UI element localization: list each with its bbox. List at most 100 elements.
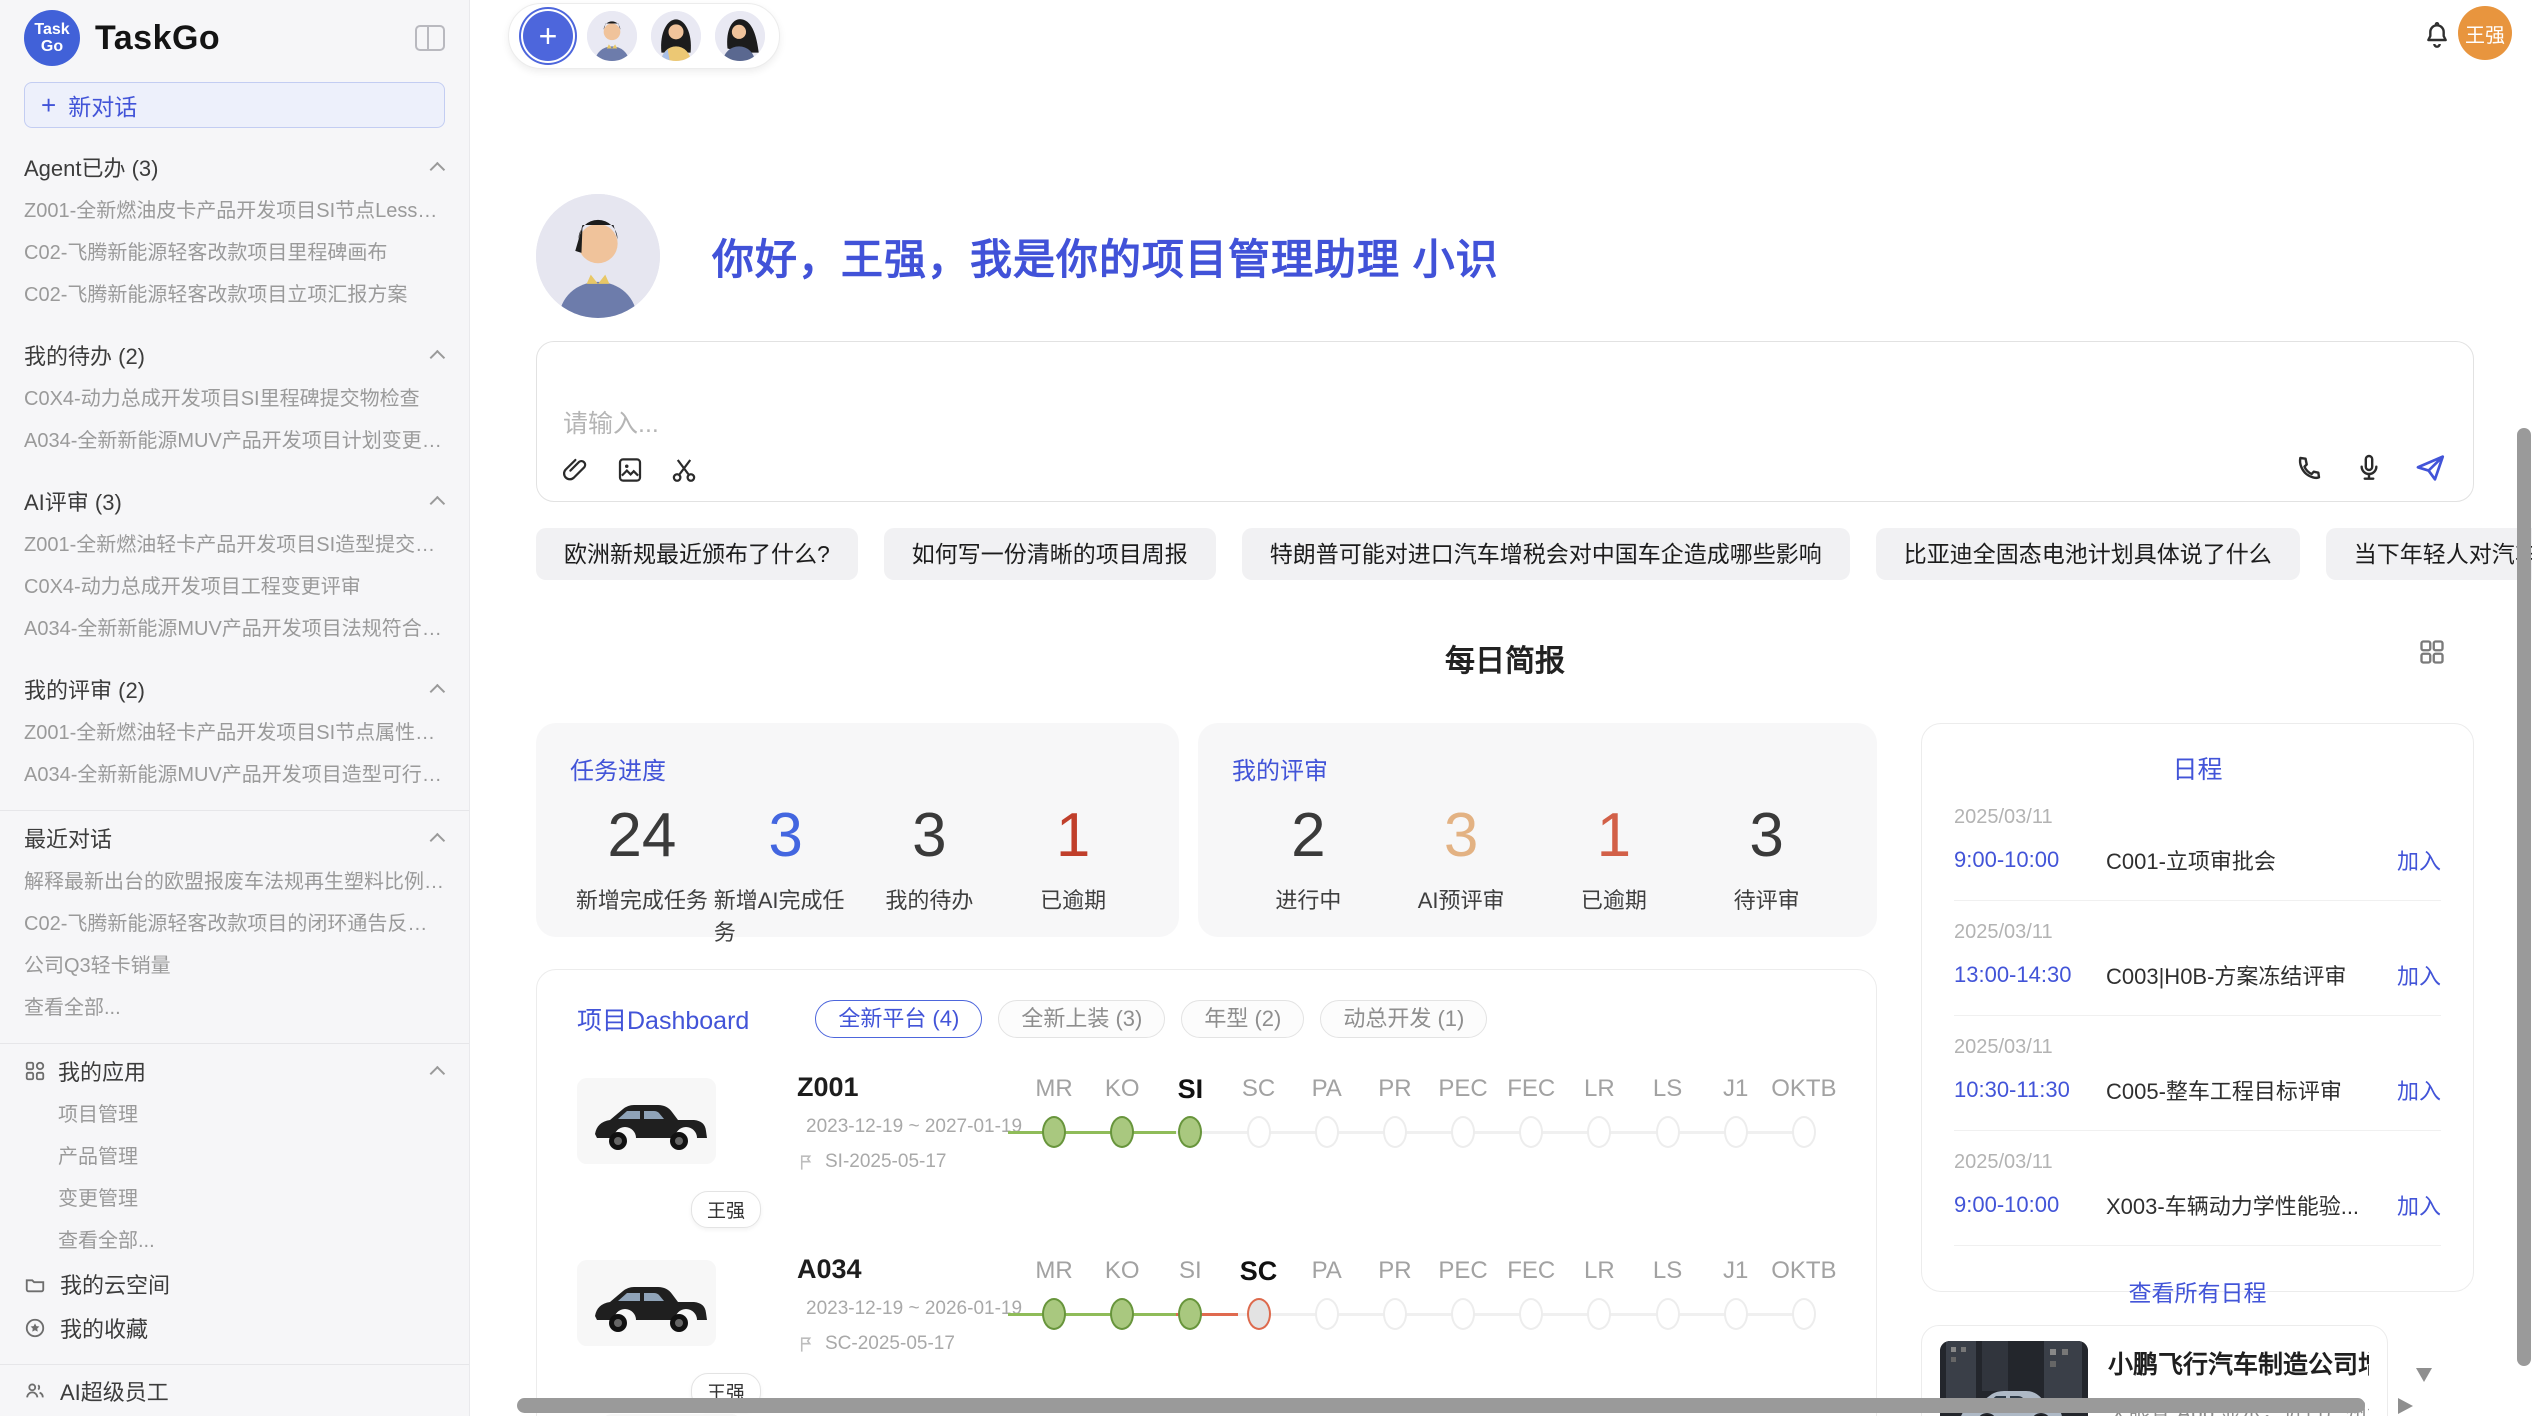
join-link[interactable]: 加入 — [2397, 844, 2441, 876]
sidebar-item-cloud-space[interactable]: 我的云空间 — [24, 1262, 445, 1306]
section-agent-done[interactable]: Agent已办 (3) — [24, 144, 445, 190]
view-all-schedule-link[interactable]: 查看所有日程 — [1954, 1274, 2441, 1308]
milestone: J1 — [1704, 1254, 1768, 1330]
list-item[interactable]: C02-飞腾新能源轻客改款项目的闭环通告反馈情况 — [24, 903, 445, 945]
project-owner-badge: 王强 — [691, 1191, 761, 1228]
section-my-review[interactable]: 我的评审 (2) — [24, 666, 445, 712]
tab-powertrain[interactable]: 动总开发 (1) — [1320, 1000, 1487, 1038]
layout-grid-icon[interactable] — [2418, 638, 2446, 666]
phone-call-icon[interactable] — [2293, 452, 2325, 484]
avatar[interactable] — [587, 11, 637, 61]
vertical-scrollbar[interactable] — [2517, 428, 2531, 1366]
stat-new-done: 24 新增完成任务 — [570, 800, 714, 947]
milestone-dot — [1315, 1298, 1339, 1330]
project-row[interactable]: 王强 A034 2023-12-19 ~ 2026-01-19 — [577, 1254, 1836, 1402]
list-item[interactable]: C0X4-动力总成开发项目SI里程碑提交物检查 — [24, 378, 445, 420]
chat-input[interactable] — [537, 342, 2473, 501]
send-icon[interactable] — [2413, 451, 2447, 485]
milestone-dot — [1042, 1298, 1066, 1330]
milestone-dot — [1247, 1298, 1271, 1330]
project-thumbnail: 王强 — [577, 1260, 717, 1402]
view-all-apps[interactable]: 查看全部... — [24, 1220, 445, 1262]
dashboard-header: 项目Dashboard 全新平台 (4) 全新上装 (3) 年型 (2) 动总开… — [577, 1000, 1836, 1038]
paperclip-icon[interactable] — [561, 455, 591, 485]
milestone-dot — [1656, 1298, 1680, 1330]
milestone: LS — [1636, 1072, 1700, 1148]
apps-grid-icon — [24, 1060, 46, 1082]
section-ai-review[interactable]: AI评审 (3) — [24, 478, 445, 524]
milestone-dot — [1110, 1298, 1134, 1330]
tab-year-model[interactable]: 年型 (2) — [1181, 1000, 1304, 1038]
avatar[interactable] — [715, 11, 765, 61]
car-image — [577, 1078, 716, 1164]
list-item[interactable]: A034-全新新能源MUV产品开发项目造型可行性评审 — [24, 754, 445, 796]
image-icon[interactable] — [615, 455, 645, 485]
project-info: Z001 2023-12-19 ~ 2027-01-19 SI-2025-05-… — [797, 1072, 992, 1220]
list-item[interactable]: C0X4-动力总成开发项目工程变更评审 — [24, 566, 445, 608]
event-time: 9:00-10:00 — [1954, 1192, 2106, 1218]
list-item[interactable]: 解释最新出台的欧盟报废车法规再生塑料比例被调至15%... — [24, 861, 445, 903]
stat-cards-row: 任务进度 24 新增完成任务 3 新增AI完成任务 3 我的待办 — [536, 723, 1877, 937]
briefing-header: 每日简报 — [536, 636, 2474, 680]
sidebar-item-ai-employee[interactable]: AI超级员工 — [24, 1369, 445, 1413]
sidebar-item-project-mgmt[interactable]: 项目管理 — [24, 1094, 445, 1136]
project-row[interactable]: 王强 Z001 2023-12-19 ~ 2027-01-19 — [577, 1072, 1836, 1220]
join-link[interactable]: 加入 — [2397, 1189, 2441, 1221]
avatar[interactable] — [651, 11, 701, 61]
briefing-title: 每日简报 — [536, 636, 2474, 680]
list-item[interactable]: Z001-全新燃油轻卡产品开发项目SI节点属性5D文件评审 — [24, 712, 445, 754]
list-item[interactable]: 公司Q3轻卡销量 — [24, 945, 445, 987]
notification-bell-icon[interactable] — [2421, 20, 2453, 52]
divider — [1954, 1245, 2441, 1246]
scroll-down-arrow[interactable] — [2416, 1368, 2432, 1382]
suggestion-chip[interactable]: 欧洲新规最近颁布了什么? — [536, 528, 858, 580]
scissors-icon[interactable] — [669, 455, 699, 485]
sidebar-item-change-mgmt[interactable]: 变更管理 — [24, 1178, 445, 1220]
suggestion-chip[interactable]: 特朗普可能对进口汽车增税会对中国车企造成哪些影响 — [1242, 528, 1850, 580]
stat-value: 1 — [1056, 800, 1090, 871]
event-date: 2025/03/11 — [1954, 921, 2441, 944]
section-recent-chats[interactable]: 最近对话 — [24, 815, 445, 861]
suggestion-chip[interactable]: 当下年轻人对汽车外观有怎样的喜好趋势 — [2326, 528, 2532, 580]
sidebar-item-label: AI超级员工 — [60, 1375, 169, 1407]
list-item[interactable]: A034-全新新能源MUV产品开发项目计划变更表编写 — [24, 420, 445, 462]
section-my-apps[interactable]: 我的应用 — [24, 1048, 445, 1094]
list-item[interactable]: A034-全新新能源MUV产品开发项目法规符合性评审 — [24, 608, 445, 650]
sidebar-collapse-icon[interactable] — [415, 25, 445, 51]
card-title: 任务进度 — [570, 751, 1145, 786]
milestone-dot — [1315, 1116, 1339, 1148]
add-collaborator-button[interactable]: + — [523, 11, 573, 61]
view-all-chats[interactable]: 查看全部... — [24, 987, 445, 1029]
list-item[interactable]: C02-飞腾新能源轻客改款项目立项汇报方案 — [24, 274, 445, 316]
list-item[interactable]: Z001-全新燃油皮卡产品开发项目SI节点Lesson Learn报告 — [24, 190, 445, 232]
people-icon — [24, 1380, 46, 1402]
tab-new-platform[interactable]: 全新平台 (4) — [815, 1000, 982, 1038]
event-date: 2025/03/11 — [1954, 806, 2441, 829]
stat-overdue: 1 已逾期 — [1001, 800, 1145, 947]
milestone-dot — [1519, 1298, 1543, 1330]
stat-label: 我的待办 — [885, 883, 973, 915]
join-link[interactable]: 加入 — [2397, 959, 2441, 991]
stat-label: AI预评审 — [1418, 883, 1505, 915]
microphone-icon[interactable] — [2353, 452, 2385, 484]
milestone: PEC — [1431, 1254, 1495, 1330]
suggestion-chip[interactable]: 如何写一份清晰的项目周报 — [884, 528, 1216, 580]
news-title: 小鹏飞行汽车制造公司增资 — [2108, 1345, 2369, 1381]
stat-value: 3 — [1444, 800, 1478, 871]
milestone-dot — [1247, 1116, 1271, 1148]
join-link[interactable]: 加入 — [2397, 1074, 2441, 1106]
user-avatar[interactable]: 王强 — [2458, 6, 2512, 60]
horizontal-scrollbar[interactable] — [517, 1398, 2365, 1413]
sidebar-item-product-mgmt[interactable]: 产品管理 — [24, 1136, 445, 1178]
event-time: 13:00-14:30 — [1954, 962, 2106, 988]
new-chat-button[interactable]: + 新对话 — [24, 82, 445, 128]
scroll-right-arrow[interactable] — [2398, 1398, 2413, 1414]
project-next-milestone: SC-2025-05-17 — [797, 1333, 992, 1355]
suggestion-chip[interactable]: 比亚迪全固态电池计划具体说了什么 — [1876, 528, 2300, 580]
list-item[interactable]: Z001-全新燃油轻卡产品开发项目SI造型提交物评审 — [24, 524, 445, 566]
section-my-todo[interactable]: 我的待办 (2) — [24, 332, 445, 378]
list-item[interactable]: C02-飞腾新能源轻客改款项目里程碑画布 — [24, 232, 445, 274]
tab-new-body[interactable]: 全新上装 (3) — [998, 1000, 1165, 1038]
sidebar-item-favorites[interactable]: 我的收藏 — [24, 1306, 445, 1350]
chevron-up-icon — [430, 832, 446, 848]
